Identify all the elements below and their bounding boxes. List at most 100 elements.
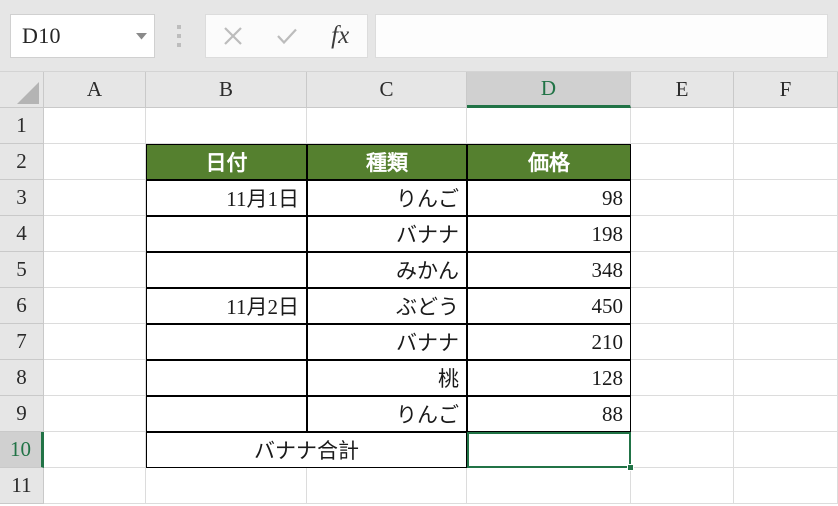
select-all-corner[interactable]: [0, 72, 44, 108]
cell-D11[interactable]: [467, 468, 631, 504]
cell-F7[interactable]: [734, 324, 838, 360]
column-header-c[interactable]: C: [307, 72, 467, 108]
row-header-8[interactable]: 8: [0, 360, 44, 396]
select-all-triangle-icon: [17, 82, 39, 104]
cell-A8[interactable]: [44, 360, 146, 396]
cell-A1[interactable]: [44, 108, 146, 144]
table-cell-kind-6-text: ぶどう: [396, 295, 459, 319]
cell-E3[interactable]: [631, 180, 734, 216]
cell-E2[interactable]: [631, 144, 734, 180]
fill-handle[interactable]: [627, 464, 634, 471]
table-cell-price-4[interactable]: 198: [467, 216, 631, 252]
column-header-b[interactable]: B: [146, 72, 307, 108]
cell-F2[interactable]: [734, 144, 838, 180]
table-cell-kind-3[interactable]: りんご: [307, 180, 467, 216]
row-header-5[interactable]: 5: [0, 252, 44, 288]
row-header-7[interactable]: 7: [0, 324, 44, 360]
table-cell-kind-9[interactable]: りんご: [307, 396, 467, 432]
cell-A2[interactable]: [44, 144, 146, 180]
table-cell-kind-7[interactable]: バナナ: [307, 324, 467, 360]
table-cell-date-4[interactable]: [146, 216, 307, 252]
cell-F6[interactable]: [734, 288, 838, 324]
column-header-d[interactable]: D: [467, 72, 631, 108]
cell-F1[interactable]: [734, 108, 838, 144]
table-cell-date-5[interactable]: [146, 252, 307, 288]
cell-E4[interactable]: [631, 216, 734, 252]
cell-B11[interactable]: [146, 468, 307, 504]
table-cell-price-8[interactable]: 128: [467, 360, 631, 396]
close-icon[interactable]: [206, 15, 260, 57]
table-header-cell-C2[interactable]: 種類: [307, 144, 467, 180]
table-cell-price-7[interactable]: 210: [467, 324, 631, 360]
cell-F5[interactable]: [734, 252, 838, 288]
cell-E5[interactable]: [631, 252, 734, 288]
name-box[interactable]: D10: [10, 14, 155, 58]
cell-C11[interactable]: [307, 468, 467, 504]
cell-A10[interactable]: [44, 432, 146, 468]
row-header-6[interactable]: 6: [0, 288, 44, 324]
more-options-icon[interactable]: [176, 25, 182, 47]
cell-E6[interactable]: [631, 288, 734, 324]
check-icon[interactable]: [260, 15, 314, 57]
row-header-10[interactable]: 10: [0, 432, 44, 468]
column-header-a[interactable]: A: [44, 72, 146, 108]
cell-A9[interactable]: [44, 396, 146, 432]
cell-F3[interactable]: [734, 180, 838, 216]
cell-B1[interactable]: [146, 108, 307, 144]
table-header-cell-D2[interactable]: 価格: [467, 144, 631, 180]
cell-E7[interactable]: [631, 324, 734, 360]
cell-F4[interactable]: [734, 216, 838, 252]
table-cell-price-6[interactable]: 450: [467, 288, 631, 324]
cell-F11[interactable]: [734, 468, 838, 504]
table-total-label-cell[interactable]: バナナ合計: [146, 432, 467, 468]
table-cell-kind-8-text: 桃: [438, 367, 459, 391]
table-cell-kind-4[interactable]: バナナ: [307, 216, 467, 252]
row-header-11[interactable]: 11: [0, 468, 44, 504]
table-cell-date-8[interactable]: [146, 360, 307, 396]
table-cell-kind-5[interactable]: みかん: [307, 252, 467, 288]
cell-E1[interactable]: [631, 108, 734, 144]
table-cell-kind-3-text: りんご: [396, 187, 459, 211]
table-cell-price-5[interactable]: 348: [467, 252, 631, 288]
column-header-label: E: [675, 77, 689, 101]
table-cell-price-3[interactable]: 98: [467, 180, 631, 216]
fx-icon[interactable]: fx: [313, 15, 367, 57]
cell-A11[interactable]: [44, 468, 146, 504]
cell-C1[interactable]: [307, 108, 467, 144]
row-header-2[interactable]: 2: [0, 144, 44, 180]
cell-A7[interactable]: [44, 324, 146, 360]
table-cell-date-7[interactable]: [146, 324, 307, 360]
table-cell-kind-8[interactable]: 桃: [307, 360, 467, 396]
table-cell-date-9[interactable]: [146, 396, 307, 432]
cell-F9[interactable]: [734, 396, 838, 432]
formula-input[interactable]: [375, 14, 828, 58]
cell-E9[interactable]: [631, 396, 734, 432]
cell-A5[interactable]: [44, 252, 146, 288]
column-header-e[interactable]: E: [631, 72, 734, 108]
row-header-1[interactable]: 1: [0, 108, 44, 144]
row-header-4[interactable]: 4: [0, 216, 44, 252]
table-cell-price-9[interactable]: 88: [467, 396, 631, 432]
table-cell-kind-6[interactable]: ぶどう: [307, 288, 467, 324]
table-header-cell-B2[interactable]: 日付: [146, 144, 307, 180]
table-cell-kind-4-text: バナナ: [396, 223, 459, 247]
formula-actions: fx: [205, 14, 368, 58]
row-header-9[interactable]: 9: [0, 396, 44, 432]
cell-E10[interactable]: [631, 432, 734, 468]
cell-E11[interactable]: [631, 468, 734, 504]
chevron-down-icon[interactable]: [128, 32, 154, 40]
spreadsheet-grid[interactable]: ABCDEF 1 2 3 4 5 6 7 8 9 10 11 日付 種類 価格 11月1日 りんご 98 バナナ…: [0, 72, 838, 506]
table-cell-price-7-text: 210: [591, 329, 624, 354]
cell-D1[interactable]: [467, 108, 631, 144]
cell-E8[interactable]: [631, 360, 734, 396]
cell-A3[interactable]: [44, 180, 146, 216]
cell-A6[interactable]: [44, 288, 146, 324]
table-cell-date-3[interactable]: 11月1日: [146, 180, 307, 216]
cell-A4[interactable]: [44, 216, 146, 252]
row-header-3[interactable]: 3: [0, 180, 44, 216]
cell-F8[interactable]: [734, 360, 838, 396]
table-total-value-cell[interactable]: [467, 432, 631, 468]
cell-F10[interactable]: [734, 432, 838, 468]
column-header-f[interactable]: F: [734, 72, 838, 108]
table-cell-date-6[interactable]: 11月2日: [146, 288, 307, 324]
